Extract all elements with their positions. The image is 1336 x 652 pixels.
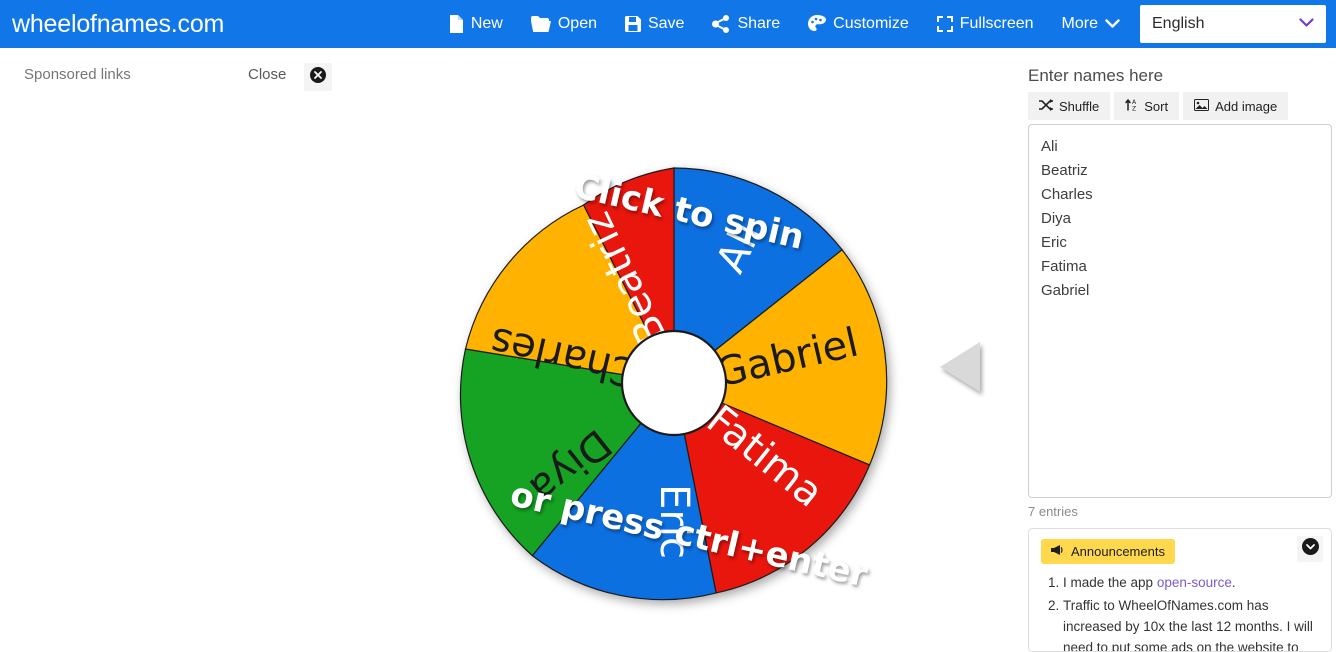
announcement-text: I made the app: [1063, 575, 1157, 590]
name-entry: Eric: [1041, 234, 1067, 251]
sort-icon: AZ: [1125, 98, 1138, 114]
save-icon: [624, 16, 641, 32]
folder-open-icon: [530, 16, 551, 32]
announcements-badge: Announcements: [1041, 539, 1175, 564]
chevron-down-icon: [1105, 19, 1120, 29]
announcements-list: I made the app open-source. Traffic to W…: [1041, 572, 1319, 652]
chevron-down-circle-icon: [1301, 538, 1319, 560]
nav-new-button[interactable]: New: [435, 0, 517, 48]
wheel-area[interactable]: Ali Gabriel Fatima Eric Diya Charles Bea…: [0, 104, 1010, 652]
name-entry: Diya: [1041, 210, 1072, 227]
nav-more-button[interactable]: More: [1048, 0, 1134, 48]
nav-share-label: Share: [737, 15, 781, 32]
announcements-toggle-button[interactable]: [1297, 536, 1323, 562]
nav-customize-label: Customize: [833, 15, 909, 32]
nav-save-label: Save: [647, 15, 685, 32]
sort-button[interactable]: AZ Sort: [1114, 92, 1180, 120]
svg-text:Eric: Eric: [651, 484, 697, 559]
nav-save-button[interactable]: Save: [611, 0, 698, 48]
nav-more-label: More: [1061, 15, 1098, 32]
nav-customize-button[interactable]: Customize: [794, 0, 923, 48]
nav-share-button[interactable]: Share: [698, 0, 794, 48]
wheel-hub[interactable]: [620, 329, 728, 437]
fullscreen-icon: [936, 16, 953, 32]
share-icon: [712, 15, 730, 33]
wheel-label-eric: Eric: [651, 484, 697, 559]
name-entry: Ali: [1041, 138, 1058, 155]
wheel-graphic[interactable]: Ali Gabriel Fatima Eric Diya Charles Bea…: [384, 104, 994, 652]
shuffle-label: Shuffle: [1059, 98, 1100, 114]
sponsored-close-button[interactable]: [304, 63, 332, 91]
name-entry: Charles: [1041, 186, 1093, 203]
file-icon: [449, 15, 464, 33]
nav-new-label: New: [470, 15, 503, 32]
close-circle-icon: [310, 66, 326, 88]
chevron-down-icon: [1299, 15, 1314, 33]
language-select[interactable]: English: [1140, 5, 1326, 43]
names-toolbar: Shuffle AZ Sort Add image: [1028, 92, 1320, 120]
nav-fullscreen-button[interactable]: Fullscreen: [923, 0, 1048, 48]
nav-fullscreen-label: Fullscreen: [959, 15, 1034, 32]
open-source-link[interactable]: open-source: [1157, 575, 1232, 590]
image-icon: [1194, 98, 1210, 114]
nav-open-button[interactable]: Open: [517, 0, 611, 48]
nav-open-label: Open: [557, 15, 597, 32]
entries-count: 7 entries: [1028, 504, 1078, 519]
spin-wheel[interactable]: Ali Gabriel Fatima Eric Diya Charles Bea…: [384, 104, 994, 652]
names-input[interactable]: Ali Beatriz Charles Diya Eric Fatima Gab…: [1028, 124, 1332, 498]
announcements-badge-label: Announcements: [1071, 544, 1165, 559]
sponsored-links-bar: Sponsored links Close: [0, 48, 1010, 104]
add-image-label: Add image: [1215, 98, 1278, 114]
announcement-item: Traffic to WheelOfNames.com has increase…: [1063, 595, 1319, 652]
shuffle-icon: [1039, 98, 1053, 114]
announcement-text: Traffic to WheelOfNames.com has increase…: [1063, 598, 1313, 652]
name-entry: Gabriel: [1041, 282, 1090, 299]
panel-title: Enter names here: [1028, 66, 1164, 85]
name-entry: Beatriz: [1041, 162, 1088, 179]
name-entry: Fatima: [1041, 258, 1087, 275]
site-brand: wheelofnames.com: [12, 9, 225, 38]
sponsored-close-label[interactable]: Close: [248, 66, 286, 83]
sponsored-links-label: Sponsored links: [24, 66, 131, 83]
svg-text:Z: Z: [1132, 106, 1136, 112]
add-image-button[interactable]: Add image: [1183, 92, 1289, 120]
megaphone-icon: [1051, 544, 1065, 559]
announcement-text-suffix: .: [1231, 575, 1236, 590]
palette-icon: [808, 15, 827, 33]
app-header: wheelofnames.com New Open Save Share Cus…: [0, 0, 1336, 48]
announcements-panel: Announcements I made the app open-source…: [1028, 528, 1332, 652]
announcement-item: I made the app open-source.: [1063, 572, 1319, 593]
triangle-left-pointer: [940, 342, 980, 392]
shuffle-button[interactable]: Shuffle: [1028, 92, 1111, 120]
language-selected-value: English: [1152, 15, 1205, 32]
sort-label: Sort: [1144, 98, 1169, 114]
main-nav: New Open Save Share Customize Fullscreen…: [435, 0, 1336, 48]
names-panel: Enter names here Shuffle AZ Sort Add ima…: [1010, 48, 1336, 652]
